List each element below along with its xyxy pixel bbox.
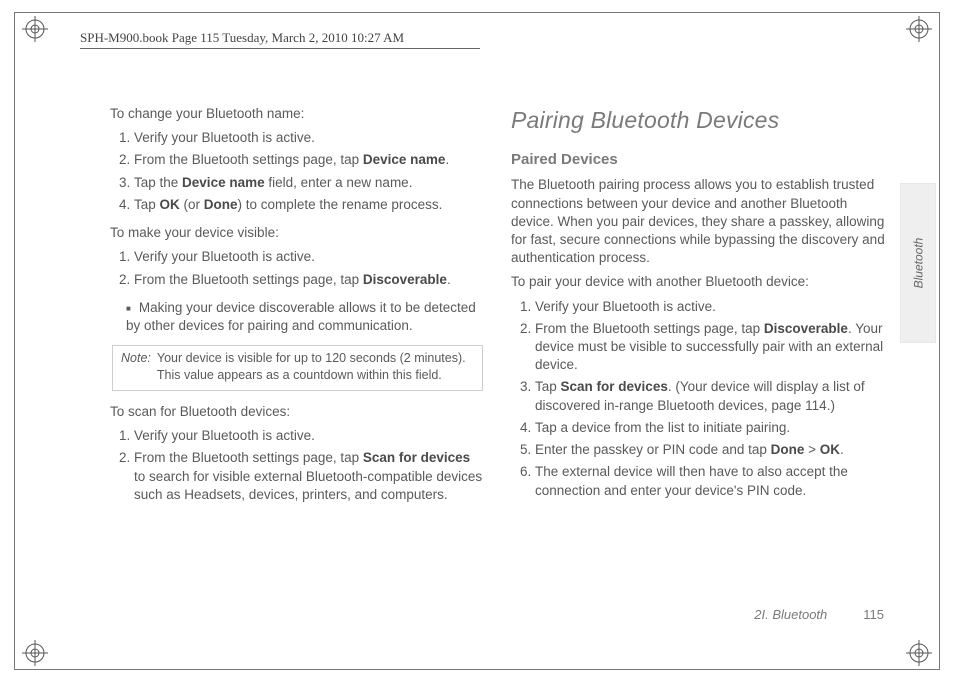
- registration-mark-icon: [906, 640, 932, 666]
- registration-mark-icon: [22, 640, 48, 666]
- side-tab-label: Bluetooth: [911, 238, 925, 289]
- list-item: Verify your Bluetooth is active.: [535, 298, 886, 316]
- list-item: From the Bluetooth settings page, tap Di…: [134, 271, 485, 289]
- heading-pair: To pair your device with another Bluetoo…: [511, 273, 886, 291]
- list-item: From the Bluetooth settings page, tap De…: [134, 151, 485, 169]
- list-item: Tap a device from the list to initiate p…: [535, 419, 886, 437]
- list-item: Tap OK (or Done) to complete the rename …: [134, 196, 485, 214]
- registration-mark-icon: [906, 16, 932, 42]
- list-item: From the Bluetooth settings page, tap Sc…: [134, 449, 485, 504]
- right-column: Pairing Bluetooth Devices Paired Devices…: [511, 105, 886, 612]
- heading-scan: To scan for Bluetooth devices:: [110, 403, 485, 421]
- list-item: Enter the passkey or PIN code and tap Do…: [535, 441, 886, 459]
- list-item: Making your device discoverable allows i…: [126, 299, 485, 335]
- list-item: Tap the Device name field, enter a new n…: [134, 174, 485, 192]
- list-item: Verify your Bluetooth is active.: [134, 129, 485, 147]
- crop-line-top: [14, 12, 940, 13]
- list-item: Verify your Bluetooth is active.: [134, 427, 485, 445]
- steps-make-visible: Verify your Bluetooth is active. From th…: [110, 248, 485, 288]
- heading-make-visible: To make your device visible:: [110, 224, 485, 242]
- crop-line-left: [14, 12, 15, 670]
- crop-line-bottom: [14, 669, 940, 670]
- page-footer: 2I. Bluetooth 115: [754, 607, 884, 622]
- steps-pair: Verify your Bluetooth is active. From th…: [511, 298, 886, 500]
- list-item: Verify your Bluetooth is active.: [134, 248, 485, 266]
- page-body: To change your Bluetooth name: Verify yo…: [110, 105, 886, 612]
- list-item: From the Bluetooth settings page, tap Di…: [535, 320, 886, 375]
- steps-change-name: Verify your Bluetooth is active. From th…: [110, 129, 485, 214]
- running-rule: [80, 48, 480, 49]
- registration-mark-icon: [22, 16, 48, 42]
- side-tab: Bluetooth: [900, 183, 936, 343]
- crop-line-right: [939, 12, 940, 670]
- steps-scan: Verify your Bluetooth is active. From th…: [110, 427, 485, 504]
- paragraph-pairing: The Bluetooth pairing process allows you…: [511, 176, 886, 267]
- note-label: Note:: [121, 350, 151, 384]
- heading-change-name: To change your Bluetooth name:: [110, 105, 485, 123]
- sub-heading: Paired Devices: [511, 150, 886, 170]
- bullet-make-visible: Making your device discoverable allows i…: [110, 299, 485, 335]
- footer-page-number: 115: [863, 607, 884, 622]
- list-item: The external device will then have to al…: [535, 463, 886, 499]
- section-title: Pairing Bluetooth Devices: [511, 105, 886, 136]
- list-item: Tap Scan for devices. (Your device will …: [535, 378, 886, 414]
- footer-section: 2I. Bluetooth: [754, 607, 827, 622]
- note-box: Note: Your device is visible for up to 1…: [112, 345, 483, 391]
- running-head: SPH-M900.book Page 115 Tuesday, March 2,…: [80, 30, 404, 46]
- note-body: Your device is visible for up to 120 sec…: [157, 350, 474, 384]
- left-column: To change your Bluetooth name: Verify yo…: [110, 105, 485, 612]
